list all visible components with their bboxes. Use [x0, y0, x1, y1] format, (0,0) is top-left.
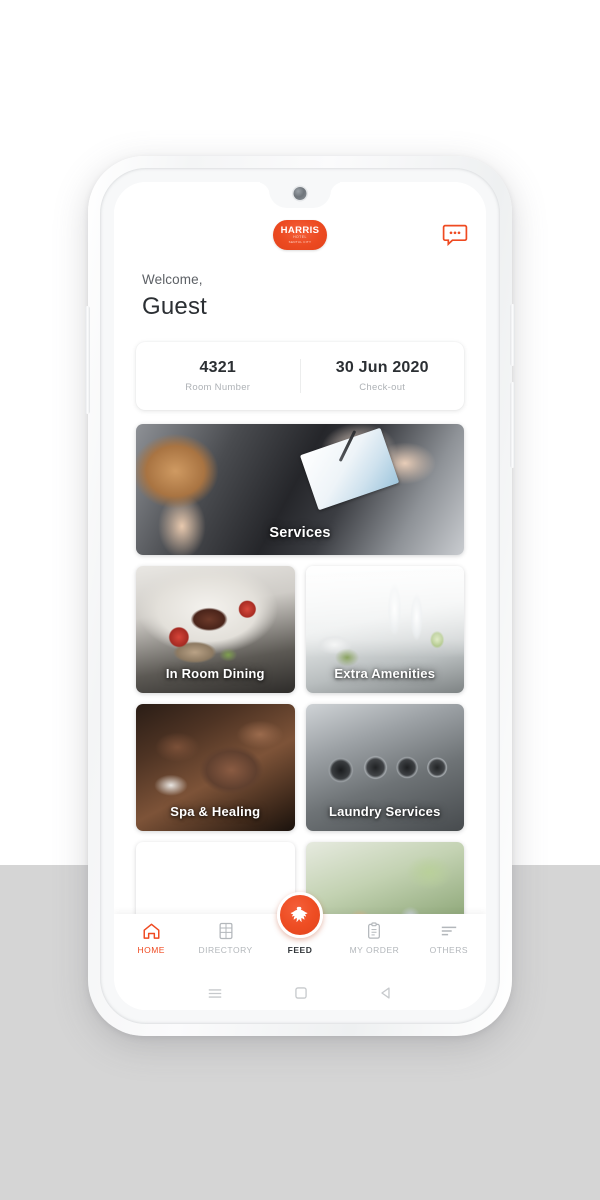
feed-bird-icon [290, 906, 308, 923]
welcome-section: Welcome, Guest [114, 256, 486, 322]
screenshot-stage: HARRIS HOTEL SENTUL CITY Welcome, Guest [0, 0, 600, 1200]
tile-services-label: Services [269, 525, 331, 542]
tab-feed-label: FEED [287, 945, 313, 955]
power-button[interactable] [510, 382, 515, 468]
square-icon[interactable] [294, 986, 308, 1000]
guest-name: Guest [142, 293, 208, 321]
menu-lines-icon [440, 921, 458, 940]
clipboard-icon [366, 921, 382, 940]
phone-screen: HARRIS HOTEL SENTUL CITY Welcome, Guest [114, 182, 486, 1010]
front-camera-icon [293, 187, 307, 200]
back-triangle-icon[interactable] [379, 986, 393, 1000]
tile-in-room-dining-label: In Room Dining [165, 666, 265, 682]
menu-lines-glyph [441, 926, 457, 935]
home-glyph [143, 923, 160, 939]
chat-bubble-icon[interactable] [442, 224, 468, 247]
room-number-label: Room Number [185, 382, 251, 394]
tab-directory[interactable]: DIRECTORY [188, 921, 262, 955]
checkout-cell: 30 Jun 2020 Check-out [299, 359, 465, 394]
home-icon [142, 921, 161, 940]
logo-sub-text-2: SENTUL CITY [288, 240, 312, 245]
tile-row-1: In Room Dining Extra Amenities [136, 566, 464, 694]
tile-spa-healing-label: Spa & Healing [170, 804, 261, 820]
tile-row-2: Spa & Healing Laundry Services [136, 704, 464, 832]
back-triangle-glyph [380, 987, 390, 999]
clipboard-glyph [368, 921, 381, 939]
checkout-value: 30 Jun 2020 [335, 359, 429, 377]
checkout-label: Check-out [359, 382, 406, 394]
chat-bubble-glyph [442, 224, 468, 247]
hamburger-icon[interactable] [207, 987, 223, 1000]
tab-others-label: OTHERS [429, 945, 469, 955]
tile-extra-amenities-label: Extra Amenities [334, 666, 436, 682]
tile-extra-amenities[interactable]: Extra Amenities [305, 566, 464, 694]
square-glyph [295, 987, 307, 999]
feed-fab-button[interactable] [277, 892, 323, 938]
welcome-greeting: Welcome, [142, 272, 203, 287]
volume-button[interactable] [510, 304, 515, 366]
logo-main-text: HARRIS [280, 224, 320, 236]
directory-glyph [219, 922, 233, 939]
hamburger-glyph [209, 988, 222, 998]
harris-logo[interactable]: HARRIS HOTEL SENTUL CITY [273, 220, 327, 250]
phone-device-frame: HARRIS HOTEL SENTUL CITY Welcome, Guest [85, 156, 515, 1036]
tile-laundry-services-label: Laundry Services [328, 804, 441, 820]
tile-services[interactable]: Services [136, 424, 464, 556]
left-side-button[interactable] [85, 306, 90, 414]
android-system-nav [114, 976, 486, 1010]
service-tiles: Services In Room Dining Extra Amenities … [114, 410, 486, 970]
tile-spa-healing[interactable]: Spa & Healing [136, 704, 295, 832]
room-number-cell: 4321 Room Number [136, 359, 300, 393]
tab-my-order-label: MY ORDER [349, 945, 400, 955]
tab-directory-label: DIRECTORY [198, 945, 253, 955]
tab-my-order[interactable]: MY ORDER [337, 921, 411, 955]
tab-home[interactable]: HOME [114, 921, 188, 955]
directory-icon [218, 921, 234, 940]
tab-others[interactable]: OTHERS [412, 921, 486, 955]
room-number-value: 4321 [199, 359, 236, 377]
tile-laundry-services[interactable]: Laundry Services [305, 704, 464, 832]
stay-info-card: 4321 Room Number 30 Jun 2020 Check-out [136, 342, 465, 411]
tile-in-room-dining[interactable]: In Room Dining [136, 566, 295, 694]
tab-home-label: HOME [137, 945, 165, 955]
